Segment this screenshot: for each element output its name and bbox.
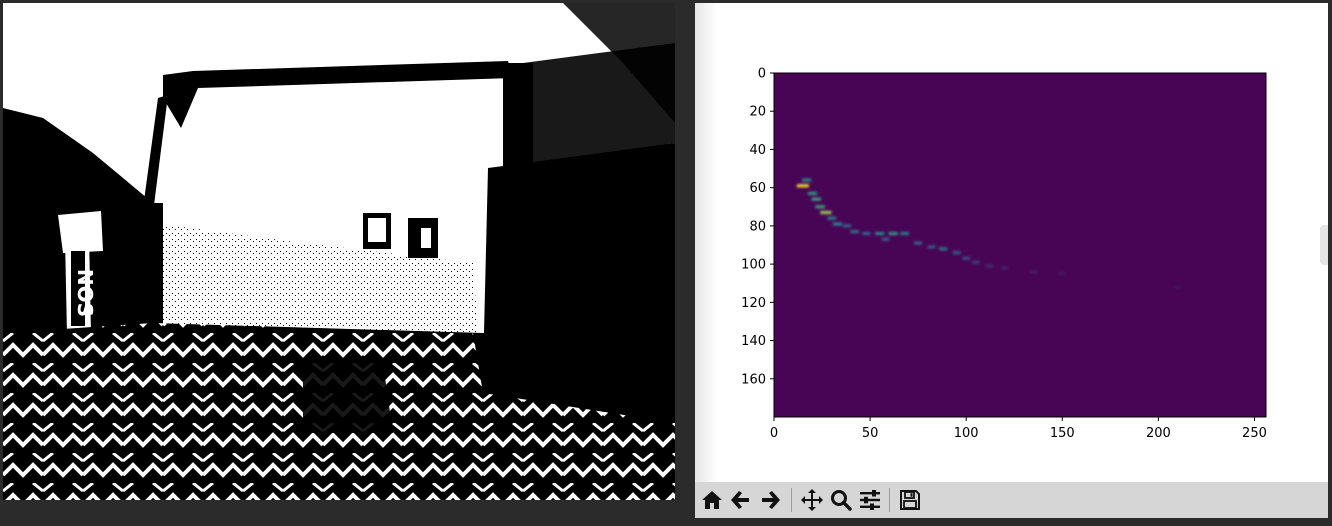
heatmap-cell	[811, 197, 822, 201]
back-button[interactable]	[728, 486, 754, 514]
heatmap-cell	[842, 224, 852, 228]
heatmap-cell	[802, 178, 812, 182]
svg-text:NOS: NOS	[73, 269, 97, 317]
heatmap-cell	[985, 264, 993, 268]
heatmap-cell	[962, 256, 970, 260]
toolbar-separator	[791, 488, 792, 512]
heatmap-cell	[796, 184, 809, 188]
x-tick-label: 100	[954, 426, 979, 441]
forward-arrow-icon	[762, 491, 780, 509]
y-tick-label: 0	[758, 67, 766, 82]
pan-button[interactable]	[799, 486, 825, 514]
y-tick-label: 140	[741, 334, 766, 349]
heatmap-cell	[827, 216, 837, 220]
x-tick-label: 150	[1050, 426, 1075, 441]
pan-icon	[801, 489, 823, 511]
plot-window: 0 50 100 150 200 250 0 20 40 60 80 100 120 140 160	[683, 0, 1332, 526]
configure-subplots-icon	[860, 490, 880, 510]
heatmap-cell	[972, 260, 980, 264]
heatmap-cell	[927, 245, 936, 249]
y-tick-label: 20	[749, 105, 766, 120]
heatmap-cell	[875, 232, 885, 236]
heatmap-cell	[1030, 270, 1037, 274]
home-icon	[702, 491, 722, 509]
camera-frame-image: NOS	[3, 3, 675, 500]
figure-canvas: 0 50 100 150 200 250 0 20 40 60 80 100 120 140 160	[695, 3, 1328, 482]
x-tick-label: 50	[862, 426, 879, 441]
save-icon	[900, 490, 920, 510]
navigation-toolbar	[695, 482, 1328, 518]
zoom-button[interactable]	[828, 486, 854, 514]
heatmap-image	[773, 72, 1267, 418]
heatmap-cell	[862, 232, 871, 236]
canvas-shadow	[695, 3, 717, 482]
y-axis: 0 20 40 60 80 100 120 140 160	[741, 67, 774, 387]
zoom-icon	[831, 490, 852, 511]
side-handle[interactable]	[1320, 225, 1328, 265]
heatmap-cell	[888, 232, 898, 236]
heatmap-cell	[881, 237, 890, 241]
heatmap-cell	[850, 230, 859, 234]
heatmap-chart: 0 50 100 150 200 250 0 20 40 60 80 100 120 140 160	[741, 67, 1267, 442]
save-button[interactable]	[897, 486, 923, 514]
heatmap-cell	[1001, 266, 1008, 270]
toolbar-separator	[889, 488, 890, 512]
heatmap-cell	[807, 191, 818, 195]
y-tick-label: 60	[749, 181, 766, 196]
forward-button[interactable]	[757, 486, 783, 514]
y-tick-label: 120	[741, 296, 766, 311]
y-tick-label: 40	[749, 143, 766, 158]
x-axis: 0 50 100 150 200 250	[770, 417, 1267, 441]
home-button[interactable]	[699, 486, 725, 514]
heatmap-cell	[952, 251, 961, 255]
heatmap-cell	[815, 205, 825, 209]
thresholded-scene: NOS	[3, 3, 675, 500]
y-tick-label: 160	[741, 372, 766, 387]
heatmap-cell	[914, 241, 923, 245]
heatmap-cell	[1174, 285, 1181, 289]
back-arrow-icon	[731, 491, 749, 509]
x-tick-label: 200	[1146, 426, 1171, 441]
camera-window: NOS	[0, 0, 678, 526]
heatmap-cell	[820, 211, 832, 215]
y-tick-label: 100	[741, 258, 766, 273]
x-tick-label: 250	[1242, 426, 1267, 441]
configure-subplots-button[interactable]	[857, 486, 883, 514]
heatmap-cell	[938, 247, 948, 251]
heatmap-cell	[832, 222, 842, 226]
heatmap-cell	[1059, 272, 1066, 276]
x-tick-label: 0	[770, 426, 778, 441]
y-tick-label: 80	[749, 219, 766, 234]
heatmap-cell	[900, 232, 910, 236]
